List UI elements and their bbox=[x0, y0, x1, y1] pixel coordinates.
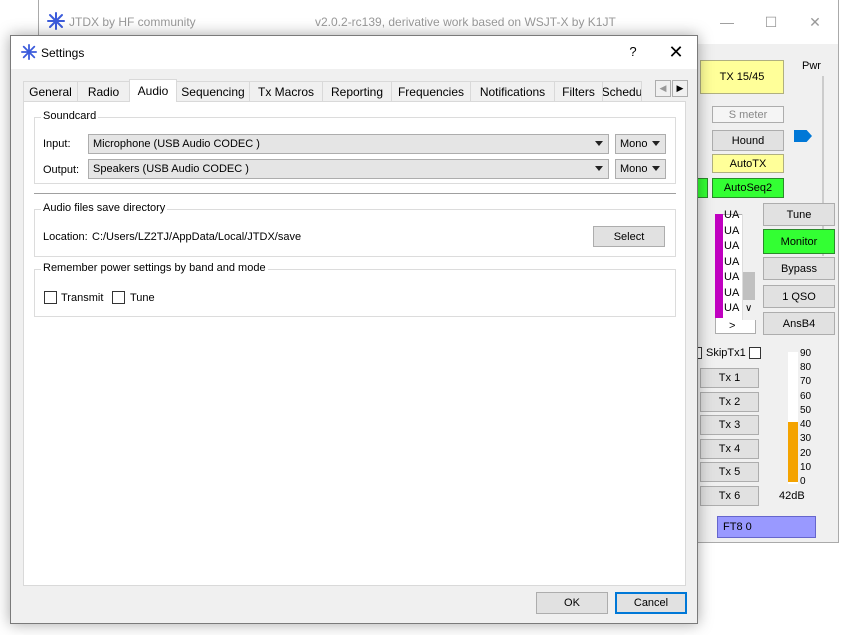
decode-row[interactable]: UA bbox=[724, 271, 739, 283]
location-value: C:/Users/LZ2TJ/AppData/Local/JTDX/save bbox=[92, 231, 302, 243]
select-directory-button[interactable]: Select bbox=[593, 226, 665, 247]
input-label: Input: bbox=[43, 138, 71, 150]
decode-row[interactable]: UA bbox=[724, 302, 739, 314]
tab-scroll-left-icon[interactable]: ◀ bbox=[655, 80, 671, 97]
output-device-select[interactable]: Speakers (USB Audio CODEC ) bbox=[88, 159, 609, 179]
maximize-icon[interactable]: ☐ bbox=[751, 8, 791, 36]
tab-reporting[interactable]: Reporting bbox=[322, 81, 392, 101]
output-channel-value: Mono bbox=[620, 163, 648, 175]
hound-button[interactable]: Hound bbox=[712, 130, 784, 151]
tune-checkbox[interactable] bbox=[112, 291, 125, 304]
scroll-right-icon[interactable]: > bbox=[729, 320, 735, 332]
meter-tick-label: 20 bbox=[800, 447, 812, 459]
pwr-label: Pwr bbox=[802, 60, 821, 72]
main-window-subtitle: v2.0.2-rc139, derivative work based on W… bbox=[315, 15, 616, 29]
autotx-button[interactable]: AutoTX bbox=[712, 154, 784, 173]
chevron-down-icon bbox=[652, 166, 660, 171]
tab-sequencing[interactable]: Sequencing bbox=[176, 81, 250, 101]
tab-filters[interactable]: Filters bbox=[554, 81, 603, 101]
input-channel-value: Mono bbox=[620, 138, 648, 150]
transmit-label: Transmit bbox=[61, 292, 104, 304]
tune-button[interactable]: Tune bbox=[763, 203, 835, 226]
output-label: Output: bbox=[43, 164, 80, 176]
tab-audio[interactable]: Audio bbox=[129, 79, 177, 102]
one-qso-button[interactable]: 1 QSO bbox=[763, 285, 835, 308]
tab-schedu[interactable]: Schedu bbox=[602, 81, 642, 101]
chevron-down-icon bbox=[652, 141, 660, 146]
tab-notifications[interactable]: Notifications bbox=[470, 81, 555, 101]
bypass-button[interactable]: Bypass bbox=[763, 257, 835, 280]
tx-4-button[interactable]: Tx 4 bbox=[700, 438, 759, 459]
input-device-select[interactable]: Microphone (USB Audio CODEC ) bbox=[88, 134, 609, 154]
tx-2-button[interactable]: Tx 2 bbox=[700, 391, 759, 412]
meter-reading: 42dB bbox=[779, 490, 805, 502]
chevron-down-icon bbox=[595, 141, 603, 146]
power-settings-group: Remember power settings by band and mode… bbox=[34, 262, 676, 317]
tab-frequencies[interactable]: Frequencies bbox=[391, 81, 471, 101]
tab-scroll-right-icon[interactable]: ▶ bbox=[672, 80, 688, 97]
decode-scrollbar-thumb[interactable] bbox=[743, 272, 755, 300]
autoseq-button[interactable]: AutoSeq2 bbox=[712, 178, 784, 198]
location-label: Location: bbox=[43, 231, 88, 243]
meter-tick-label: 70 bbox=[800, 376, 812, 388]
soundcard-title: Soundcard bbox=[41, 110, 99, 122]
meter-tick-label: 10 bbox=[800, 461, 812, 473]
separator bbox=[34, 193, 676, 194]
tx-3-button[interactable]: Tx 3 bbox=[700, 415, 759, 435]
skiptx1-label: SkipTx1 bbox=[706, 347, 746, 359]
help-icon[interactable]: ? bbox=[621, 41, 645, 63]
meter-tick-label: 40 bbox=[800, 419, 812, 431]
meter-tick-label: 80 bbox=[800, 362, 812, 374]
tab-general[interactable]: General bbox=[23, 81, 78, 101]
meter-tick-label: 90 bbox=[800, 348, 812, 359]
decode-row[interactable]: UA bbox=[724, 209, 739, 221]
tab-radio[interactable]: Radio bbox=[77, 81, 130, 101]
mode-indicator: FT8 0 bbox=[717, 516, 816, 538]
tab-bar: General Radio Audio Sequencing Tx Macros Repo… bbox=[23, 79, 699, 102]
decode-row[interactable]: UA bbox=[724, 256, 739, 268]
tx-period-button[interactable]: TX 15/45 bbox=[700, 60, 784, 94]
jtdx-logo-icon bbox=[21, 44, 37, 60]
close-icon[interactable]: ✕ bbox=[795, 8, 835, 36]
settings-dialog: Settings ? ✕ General Radio Audio Sequencing… bbox=[10, 35, 698, 624]
decode-row[interactable]: UA bbox=[724, 225, 739, 237]
audio-level-fill bbox=[788, 422, 798, 482]
power-settings-title: Remember power settings by band and mode bbox=[41, 262, 268, 274]
output-channel-select[interactable]: Mono bbox=[615, 159, 666, 179]
skiptx1-checkbox[interactable] bbox=[749, 347, 761, 359]
meter-tick-label: 0 bbox=[800, 476, 806, 487]
minimize-icon[interactable]: — bbox=[707, 8, 747, 36]
tab-tx-macros[interactable]: Tx Macros bbox=[249, 81, 323, 101]
close-icon[interactable]: ✕ bbox=[661, 39, 691, 65]
dialog-titlebar: Settings ? ✕ bbox=[11, 36, 697, 69]
tx-5-button[interactable]: Tx 5 bbox=[700, 462, 759, 482]
monitor-button[interactable]: Monitor bbox=[763, 229, 835, 254]
meter-tick-label: 50 bbox=[800, 404, 812, 416]
cancel-button[interactable]: Cancel bbox=[615, 592, 687, 614]
ansb4-button[interactable]: AnsB4 bbox=[763, 312, 835, 335]
chevron-down-icon bbox=[595, 166, 603, 171]
meter-tick-label: 60 bbox=[800, 390, 812, 402]
meter-tick-label: 30 bbox=[800, 433, 812, 445]
decode-row[interactable]: UA bbox=[724, 240, 739, 252]
save-directory-title: Audio files save directory bbox=[41, 202, 168, 214]
input-channel-select[interactable]: Mono bbox=[615, 134, 666, 154]
main-window-title: JTDX by HF community bbox=[69, 15, 196, 29]
s-meter-button[interactable]: S meter bbox=[712, 106, 784, 123]
output-device-value: Speakers (USB Audio CODEC ) bbox=[93, 163, 249, 175]
tx-6-button[interactable]: Tx 6 bbox=[700, 485, 759, 506]
soundcard-group: Soundcard Input: Microphone (USB Audio C… bbox=[34, 110, 676, 184]
scroll-down-icon[interactable]: ∨ bbox=[745, 303, 752, 314]
audio-tab-page: Soundcard Input: Microphone (USB Audio C… bbox=[23, 101, 686, 586]
decode-highlight-bar bbox=[715, 214, 723, 318]
save-directory-group: Audio files save directory Location: C:/… bbox=[34, 202, 676, 257]
dialog-title: Settings bbox=[41, 46, 85, 60]
transmit-checkbox[interactable] bbox=[44, 291, 57, 304]
input-device-value: Microphone (USB Audio CODEC ) bbox=[93, 138, 260, 150]
decode-row[interactable]: UA bbox=[724, 287, 739, 299]
tune-label: Tune bbox=[130, 292, 155, 304]
jtdx-logo-icon bbox=[47, 12, 65, 30]
tx-1-button[interactable]: Tx 1 bbox=[700, 368, 759, 388]
ok-button[interactable]: OK bbox=[536, 592, 608, 614]
